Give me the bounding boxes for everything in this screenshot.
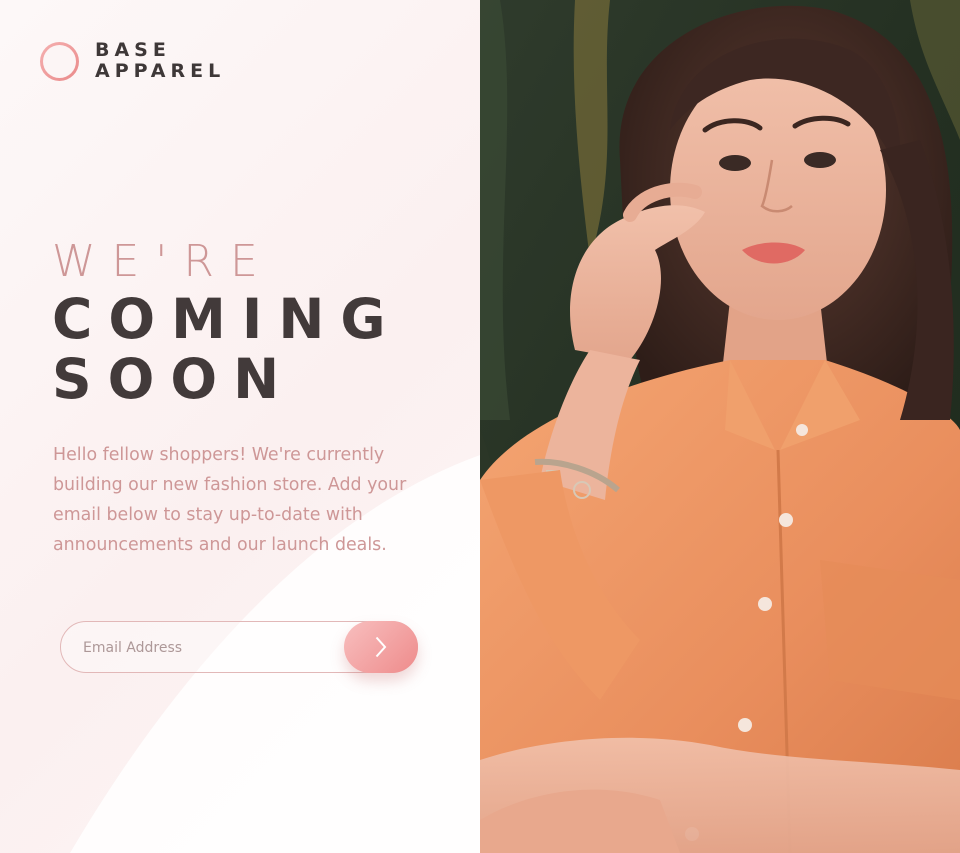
- heading-line2: SOON: [52, 347, 296, 411]
- brand-name-line2: APPAREL: [95, 60, 226, 82]
- coming-soon-page: BASE APPAREL WE'RE COMING SOON Hello fel…: [0, 0, 960, 853]
- chevron-right-icon: [375, 636, 387, 658]
- page-heading: WE'RE COMING SOON: [52, 235, 472, 409]
- background-wave: [70, 455, 480, 853]
- brand-name: BASE APPAREL: [95, 40, 225, 82]
- email-input[interactable]: [81, 622, 335, 674]
- brand-logo[interactable]: BASE APPAREL: [40, 40, 225, 82]
- content-panel: BASE APPAREL WE'RE COMING SOON Hello fel…: [0, 0, 480, 853]
- heading-line1: COMING: [52, 287, 402, 351]
- hero-photo: [480, 0, 960, 853]
- brand-name-line1: BASE: [95, 39, 171, 61]
- email-signup-form: [60, 621, 418, 674]
- heading-intro: WE'RE: [52, 236, 274, 287]
- intro-text: Hello fellow shoppers! We're currently b…: [53, 445, 407, 555]
- submit-button[interactable]: [344, 621, 418, 673]
- ring-icon: [40, 42, 79, 81]
- woman-in-orange-shirt-photo: [480, 0, 960, 853]
